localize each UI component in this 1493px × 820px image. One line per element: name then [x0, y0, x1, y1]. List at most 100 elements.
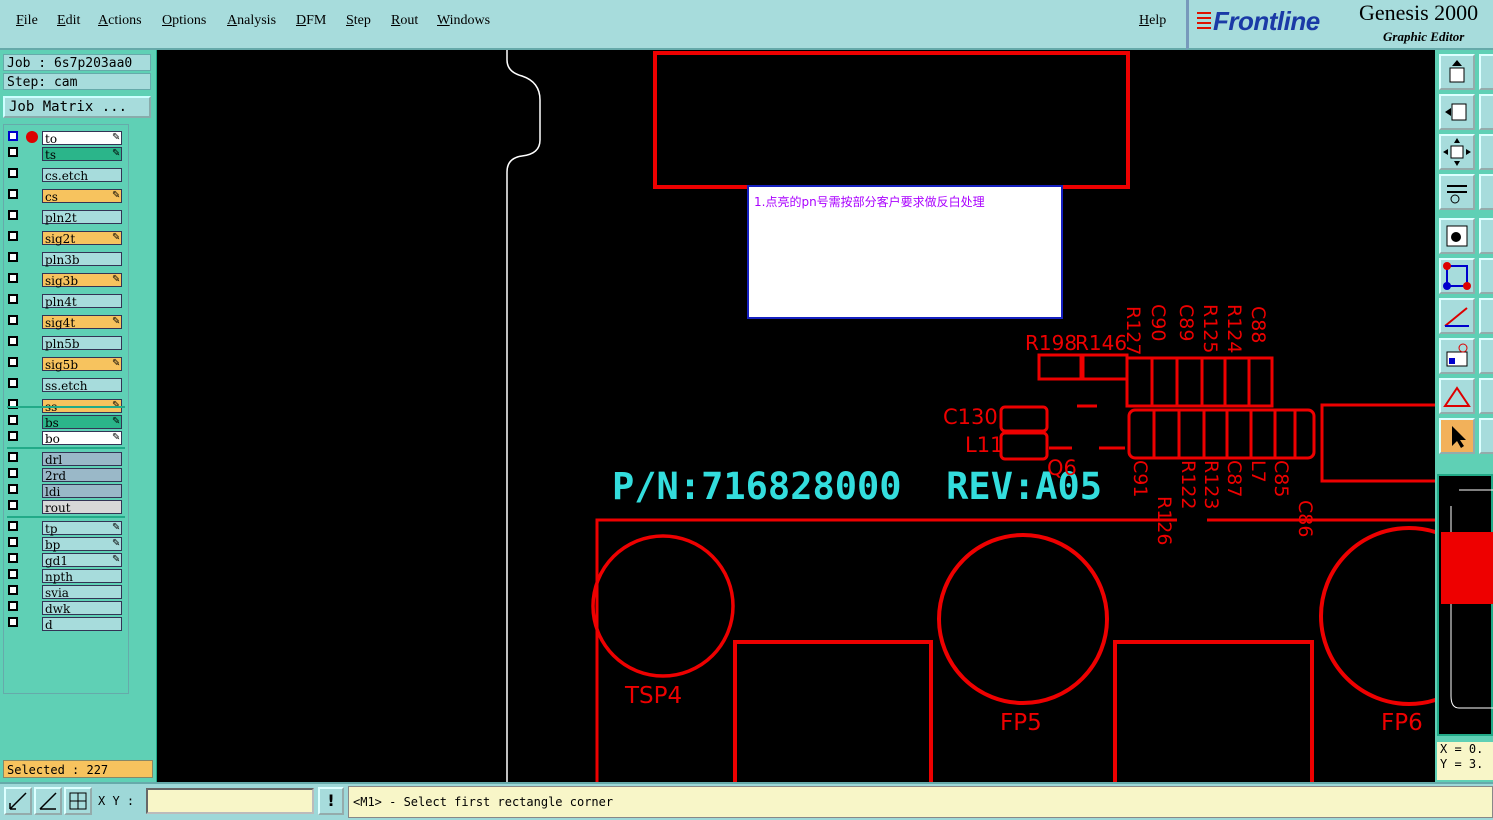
- layer-checkbox[interactable]: [8, 569, 18, 579]
- layer-name[interactable]: ldi: [42, 484, 122, 499]
- layer-checkbox[interactable]: [8, 617, 18, 627]
- menu-rout[interactable]: Rout: [391, 13, 418, 29]
- layer-name[interactable]: drl: [42, 452, 122, 467]
- layer-checkbox[interactable]: [8, 131, 18, 141]
- menu-file[interactable]: File: [16, 13, 38, 29]
- polygon-icon[interactable]: [1439, 378, 1475, 414]
- menu-analysis[interactable]: Analysis: [227, 13, 276, 29]
- menu-options[interactable]: Options: [162, 13, 206, 29]
- feature-add-icon[interactable]: [1439, 218, 1475, 254]
- layer-name[interactable]: pln2t: [42, 210, 122, 225]
- layer-name[interactable]: sig2t: [42, 231, 122, 246]
- layer-checkbox[interactable]: [8, 357, 18, 367]
- layer-checkbox[interactable]: [8, 521, 18, 531]
- layer-name[interactable]: sig5b: [42, 357, 122, 372]
- xy-label: X Y :: [98, 794, 135, 808]
- layer-checkbox[interactable]: [8, 210, 18, 220]
- layer-checkbox[interactable]: [8, 273, 18, 283]
- layer-checkbox[interactable]: [8, 315, 18, 325]
- layer-checkbox[interactable]: [8, 431, 18, 441]
- coordinate-readout: X = 0. Y = 3.: [1437, 742, 1493, 780]
- layer-name[interactable]: sig3b: [42, 273, 122, 288]
- menu-edit[interactable]: Edit: [57, 13, 80, 29]
- layer-name[interactable]: bp: [42, 537, 122, 552]
- layer-name[interactable]: pln5b: [42, 336, 122, 351]
- snap-icon[interactable]: [34, 787, 62, 815]
- layer-checkbox[interactable]: [8, 415, 18, 425]
- board-profile-line: [506, 50, 541, 782]
- step-name: Step: cam: [3, 73, 151, 90]
- toolbar-extra-5[interactable]: [1479, 218, 1493, 254]
- layer-checkbox[interactable]: [8, 231, 18, 241]
- select-pointer-icon[interactable]: [1439, 418, 1475, 454]
- layer-checkbox[interactable]: [8, 294, 18, 304]
- layer-name[interactable]: bo: [42, 431, 122, 446]
- toolbar-extra-1[interactable]: [1479, 54, 1493, 90]
- import-icon[interactable]: [1439, 94, 1475, 130]
- menu-actions[interactable]: Actions: [98, 13, 142, 29]
- edit-pen-icon: ✎: [112, 316, 121, 327]
- layer-name[interactable]: tp: [42, 521, 122, 536]
- layer-name[interactable]: ts: [42, 147, 122, 162]
- menu-help[interactable]: Help: [1139, 13, 1166, 29]
- layer-checkbox[interactable]: [8, 553, 18, 563]
- layer-checkbox[interactable]: [8, 452, 18, 462]
- layer-name[interactable]: npth: [42, 569, 122, 584]
- tools-icon[interactable]: [1439, 174, 1475, 210]
- layer-checkbox[interactable]: [8, 601, 18, 611]
- layer-checkbox[interactable]: [8, 168, 18, 178]
- layer-checkbox[interactable]: [8, 484, 18, 494]
- pad-icon[interactable]: [1439, 338, 1475, 374]
- layer-name[interactable]: pln4t: [42, 294, 122, 309]
- menu-windows[interactable]: Windows: [437, 13, 490, 29]
- toolbar-extra-10[interactable]: [1479, 418, 1493, 454]
- layer-checkbox[interactable]: [8, 147, 18, 157]
- layer-name[interactable]: to: [42, 131, 122, 146]
- xy-input[interactable]: [146, 788, 314, 814]
- layer-name[interactable]: gd1: [42, 553, 122, 568]
- toolbar-extra-4[interactable]: [1479, 174, 1493, 210]
- toolbar-extra-8[interactable]: [1479, 338, 1493, 374]
- zoom-area-icon[interactable]: [4, 787, 32, 815]
- layer-checkbox[interactable]: [8, 336, 18, 346]
- layer-name[interactable]: d: [42, 617, 122, 632]
- toolbar-extra-2[interactable]: [1479, 94, 1493, 130]
- annotation-note[interactable]: 1.点亮的pn号需按部分客户要求做反白处理: [747, 185, 1063, 319]
- layer-name[interactable]: sig4t: [42, 315, 122, 330]
- move-icon[interactable]: [1439, 134, 1475, 170]
- layer-name[interactable]: cs: [42, 189, 122, 204]
- layer-name[interactable]: svia: [42, 585, 122, 600]
- layer-checkbox[interactable]: [8, 500, 18, 510]
- toolbar-extra-3[interactable]: [1479, 134, 1493, 170]
- layer-checkbox[interactable]: [8, 585, 18, 595]
- export-icon[interactable]: [1439, 54, 1475, 90]
- layer-checkbox[interactable]: [8, 189, 18, 199]
- graphic-canvas[interactable]: 1.点亮的pn号需按部分客户要求做反白处理 P/N:716828000 REV:…: [157, 50, 1435, 782]
- label-q6: Q6: [1047, 456, 1077, 480]
- toolbar-extra-7[interactable]: [1479, 298, 1493, 334]
- menubar: File Edit Actions Options Analysis DFM S…: [0, 0, 1186, 50]
- job-matrix-button[interactable]: Job Matrix ...: [3, 96, 151, 118]
- warning-button[interactable]: !: [318, 787, 344, 815]
- no-edit-icon[interactable]: [26, 131, 38, 143]
- layer-name[interactable]: dwk: [42, 601, 122, 616]
- overview-panel[interactable]: [1437, 474, 1493, 736]
- toolbar-extra-6[interactable]: [1479, 258, 1493, 294]
- label-fp6: FP6: [1381, 710, 1423, 736]
- layer-name[interactable]: pln3b: [42, 252, 122, 267]
- layer-name[interactable]: bs: [42, 415, 122, 430]
- connect-icon[interactable]: [1439, 258, 1475, 294]
- grid-icon[interactable]: [64, 787, 92, 815]
- layer-name[interactable]: rout: [42, 500, 122, 515]
- menu-dfm[interactable]: DFM: [296, 13, 326, 29]
- toolbar-extra-9[interactable]: [1479, 378, 1493, 414]
- layer-name[interactable]: cs.etch: [42, 168, 122, 183]
- layer-checkbox[interactable]: [8, 252, 18, 262]
- line-draw-icon[interactable]: [1439, 298, 1475, 334]
- layer-checkbox[interactable]: [8, 537, 18, 547]
- layer-name[interactable]: 2rd: [42, 468, 122, 483]
- layer-name[interactable]: ss.etch: [42, 378, 122, 393]
- layer-checkbox[interactable]: [8, 468, 18, 478]
- menu-step[interactable]: Step: [346, 13, 371, 29]
- layer-checkbox[interactable]: [8, 378, 18, 388]
